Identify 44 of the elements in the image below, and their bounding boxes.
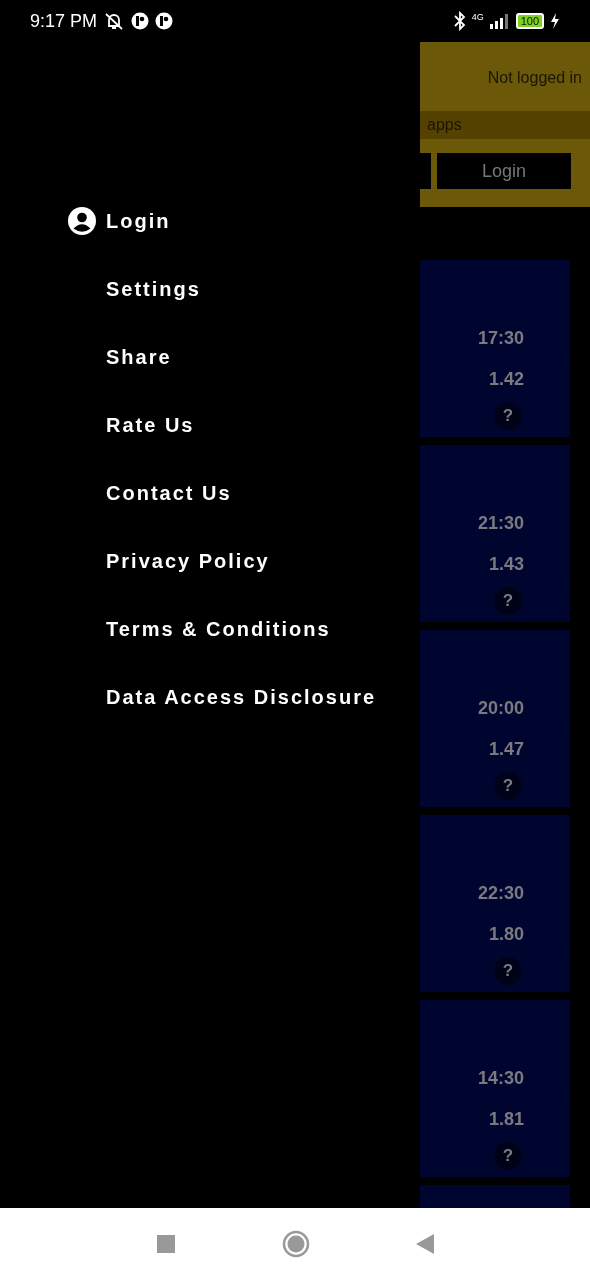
- drawer-menu-item[interactable]: Terms & Conditions: [68, 595, 420, 663]
- home-icon[interactable]: [282, 1230, 310, 1258]
- card-time: 20:00: [477, 697, 524, 719]
- drawer-menu-item[interactable]: Rate Us: [68, 391, 420, 459]
- back-icon[interactable]: [416, 1234, 434, 1254]
- drawer-menu-item[interactable]: Contact Us: [68, 459, 420, 527]
- card-value: 1.42: [488, 368, 524, 390]
- odds-card[interactable]: 21:30 1.43 ?: [420, 445, 570, 622]
- login-button[interactable]: Login: [437, 153, 571, 189]
- card-time: 22:30: [477, 882, 524, 904]
- card-value: 1.80: [488, 923, 524, 945]
- drawer-menu-item[interactable]: Share: [68, 323, 420, 391]
- status-time: 9:17 PM: [30, 10, 98, 32]
- login-status: Not logged in: [486, 68, 583, 88]
- recents-icon[interactable]: [156, 1234, 176, 1254]
- drawer-menu-item[interactable]: Privacy Policy: [68, 527, 420, 595]
- odds-card[interactable]: 22:30 1.80 ?: [420, 815, 570, 992]
- app-notification-icon: [131, 12, 150, 30]
- drawer-menu-item[interactable]: Data Access Disclosure: [68, 663, 420, 731]
- card-value: 1.47: [488, 738, 524, 760]
- help-badge[interactable]: ?: [494, 772, 522, 800]
- help-badge[interactable]: ?: [494, 957, 522, 985]
- banner-text: apps: [420, 111, 590, 139]
- help-badge[interactable]: ?: [494, 402, 522, 430]
- network-label: 4G: [471, 12, 484, 22]
- odds-card[interactable]: 20:00 1.47 ?: [420, 630, 570, 807]
- app-notification-icon: [155, 12, 174, 30]
- card-time: 21:30: [477, 512, 524, 534]
- account-icon: [68, 207, 96, 235]
- help-badge[interactable]: ?: [494, 1142, 522, 1170]
- drawer-menu-item[interactable]: Login: [68, 187, 420, 255]
- card-time: 14:30: [477, 1067, 524, 1089]
- card-time: 17:30: [477, 327, 524, 349]
- charging-icon: [550, 13, 560, 29]
- header-field: [420, 153, 431, 189]
- card-value: 1.81: [488, 1108, 524, 1130]
- battery-indicator: 100: [515, 13, 544, 29]
- bluetooth-icon: [453, 11, 466, 31]
- drawer-menu-item[interactable]: Settings: [68, 255, 420, 323]
- signal-icon: [489, 13, 510, 29]
- help-badge[interactable]: ?: [494, 587, 522, 615]
- odds-card[interactable]: 14:30 1.81 ?: [420, 1000, 570, 1177]
- odds-card[interactable]: 17:30 1.42 ?: [420, 260, 570, 437]
- card-value: 1.43: [488, 553, 524, 575]
